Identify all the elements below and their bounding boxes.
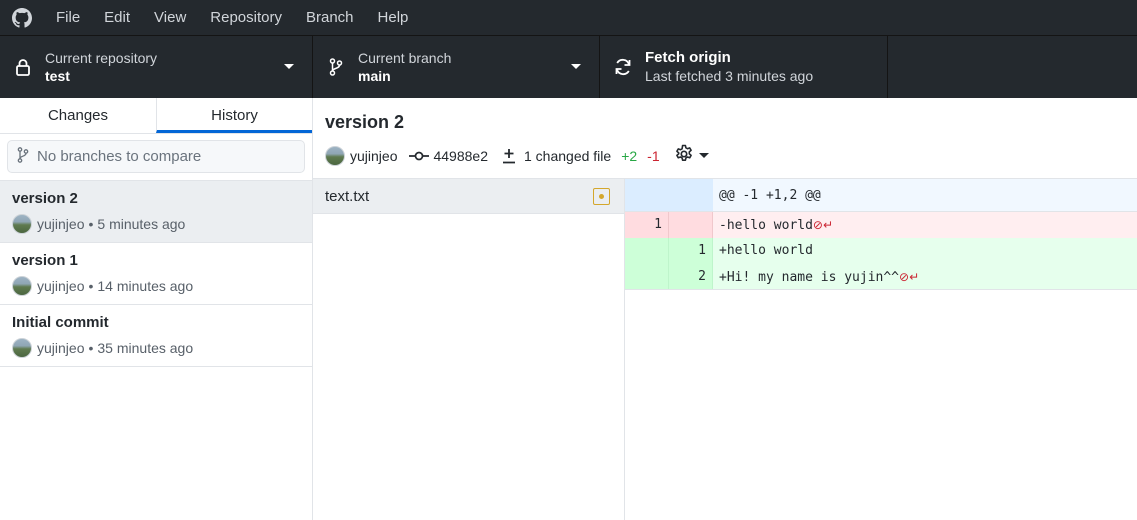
- deletions-count: -1: [647, 147, 660, 164]
- avatar: [12, 338, 32, 358]
- separator-dot: •: [88, 340, 94, 356]
- fetch-subtitle: Last fetched 3 minutes ago: [645, 68, 814, 84]
- file-name: text.txt: [325, 187, 370, 205]
- diff-line-text: +Hi! my name is yujin^^: [719, 270, 900, 285]
- diff-line-text: -hello world: [719, 218, 813, 233]
- old-line-number: 1: [625, 212, 669, 238]
- branch-icon: [313, 58, 358, 76]
- repository-name: test: [45, 68, 70, 84]
- commit-list-item[interactable]: version 2 yujinjeo • 5 minutes ago: [0, 181, 312, 243]
- commit-time: 35 minutes ago: [97, 340, 194, 356]
- diff-view: @@ -1 +1,2 @@ 1 -hello world⊘↵ 1 +hello …: [625, 179, 1137, 520]
- branch-compare-input[interactable]: No branches to compare: [7, 140, 305, 173]
- chevron-down-icon: [571, 64, 581, 69]
- commit-header: version 2 yujinjeo 44988e2 1 changed fil…: [313, 98, 1137, 179]
- menu-view[interactable]: View: [142, 0, 198, 35]
- changed-files-count: 1 changed file: [524, 147, 612, 164]
- avatar: [12, 276, 32, 296]
- gear-icon: [674, 144, 694, 167]
- commit-time: 5 minutes ago: [97, 216, 186, 232]
- commit-summary: Initial commit: [12, 314, 109, 331]
- old-line-number: [625, 264, 669, 289]
- diff-line-added[interactable]: 1 +hello world: [625, 238, 1137, 264]
- avatar: [12, 214, 32, 234]
- repository-label: Current repository: [45, 50, 158, 66]
- compare-section: No branches to compare: [0, 134, 312, 181]
- menu-edit[interactable]: Edit: [92, 0, 142, 35]
- commit-time: 14 minutes ago: [97, 278, 194, 294]
- commit-sha[interactable]: 44988e2: [433, 148, 488, 164]
- new-line-number: [669, 212, 713, 238]
- menu-branch[interactable]: Branch: [294, 0, 366, 35]
- separator-dot: •: [88, 278, 94, 294]
- history-sidebar: Changes History No branches to compare v…: [0, 98, 313, 520]
- diff-icon: [502, 147, 516, 165]
- changed-file-list: text.txt: [313, 179, 625, 520]
- commit-author: yujinjeo: [350, 147, 398, 164]
- chevron-down-icon: [284, 64, 294, 69]
- modified-icon: [593, 188, 610, 205]
- tab-changes[interactable]: Changes: [0, 98, 156, 133]
- hunk-text: @@ -1 +1,2 @@: [719, 188, 821, 203]
- commit-summary: version 1: [12, 252, 78, 269]
- old-line-number: [625, 238, 669, 264]
- commit-author: yujinjeo: [37, 340, 85, 356]
- toolbar: Current repository test Current branch m…: [0, 35, 1137, 98]
- diff-line-deleted[interactable]: 1 -hello world⊘↵: [625, 212, 1137, 238]
- menu-file[interactable]: File: [44, 0, 92, 35]
- github-logo-icon: [0, 0, 44, 35]
- current-branch-button[interactable]: Current branch main: [313, 36, 600, 98]
- diff-hunk-header: @@ -1 +1,2 @@: [625, 179, 1137, 212]
- lock-icon: [0, 58, 45, 76]
- commit-list-item[interactable]: version 1 yujinjeo • 14 minutes ago: [0, 243, 312, 305]
- separator-dot: •: [88, 216, 94, 232]
- commit-author: yujinjeo: [37, 278, 85, 294]
- file-list-item[interactable]: text.txt: [313, 179, 624, 214]
- no-newline-icon: ⊘↵: [899, 270, 920, 284]
- branch-icon: [17, 147, 29, 166]
- compare-placeholder: No branches to compare: [37, 148, 202, 165]
- branch-label: Current branch: [358, 50, 452, 66]
- fetch-title: Fetch origin: [645, 49, 731, 66]
- diff-line-added[interactable]: 2 +Hi! my name is yujin^^⊘↵: [625, 264, 1137, 290]
- avatar: [325, 145, 345, 166]
- new-line-number: 2: [669, 264, 713, 289]
- commit-author: yujinjeo: [37, 216, 85, 232]
- chevron-down-icon: [698, 153, 709, 158]
- no-newline-icon: ⊘↵: [812, 218, 834, 232]
- diff-settings-button[interactable]: [674, 144, 709, 167]
- menu-help[interactable]: Help: [366, 0, 421, 35]
- menu-bar: File Edit View Repository Branch Help: [0, 0, 1137, 35]
- menu-repository[interactable]: Repository: [198, 0, 294, 35]
- tab-history[interactable]: History: [156, 98, 312, 133]
- commit-summary: version 2: [12, 190, 78, 207]
- commit-list-item[interactable]: Initial commit yujinjeo • 35 minutes ago: [0, 305, 312, 367]
- commit-title: version 2: [325, 112, 405, 132]
- fetch-origin-button[interactable]: Fetch origin Last fetched 3 minutes ago: [600, 36, 888, 98]
- new-line-number: 1: [669, 238, 713, 264]
- additions-count: +2: [621, 147, 638, 164]
- branch-name: main: [358, 68, 391, 84]
- sync-icon: [600, 57, 645, 77]
- diff-line-text: +hello world: [719, 243, 813, 258]
- commit-icon: [409, 150, 430, 162]
- commit-info: yujinjeo 44988e2 1 changed file +2 -1: [325, 144, 1125, 167]
- current-repository-button[interactable]: Current repository test: [0, 36, 313, 98]
- sidebar-tabs: Changes History: [0, 98, 312, 134]
- commit-details: version 2 yujinjeo 44988e2 1 changed fil…: [313, 98, 1137, 520]
